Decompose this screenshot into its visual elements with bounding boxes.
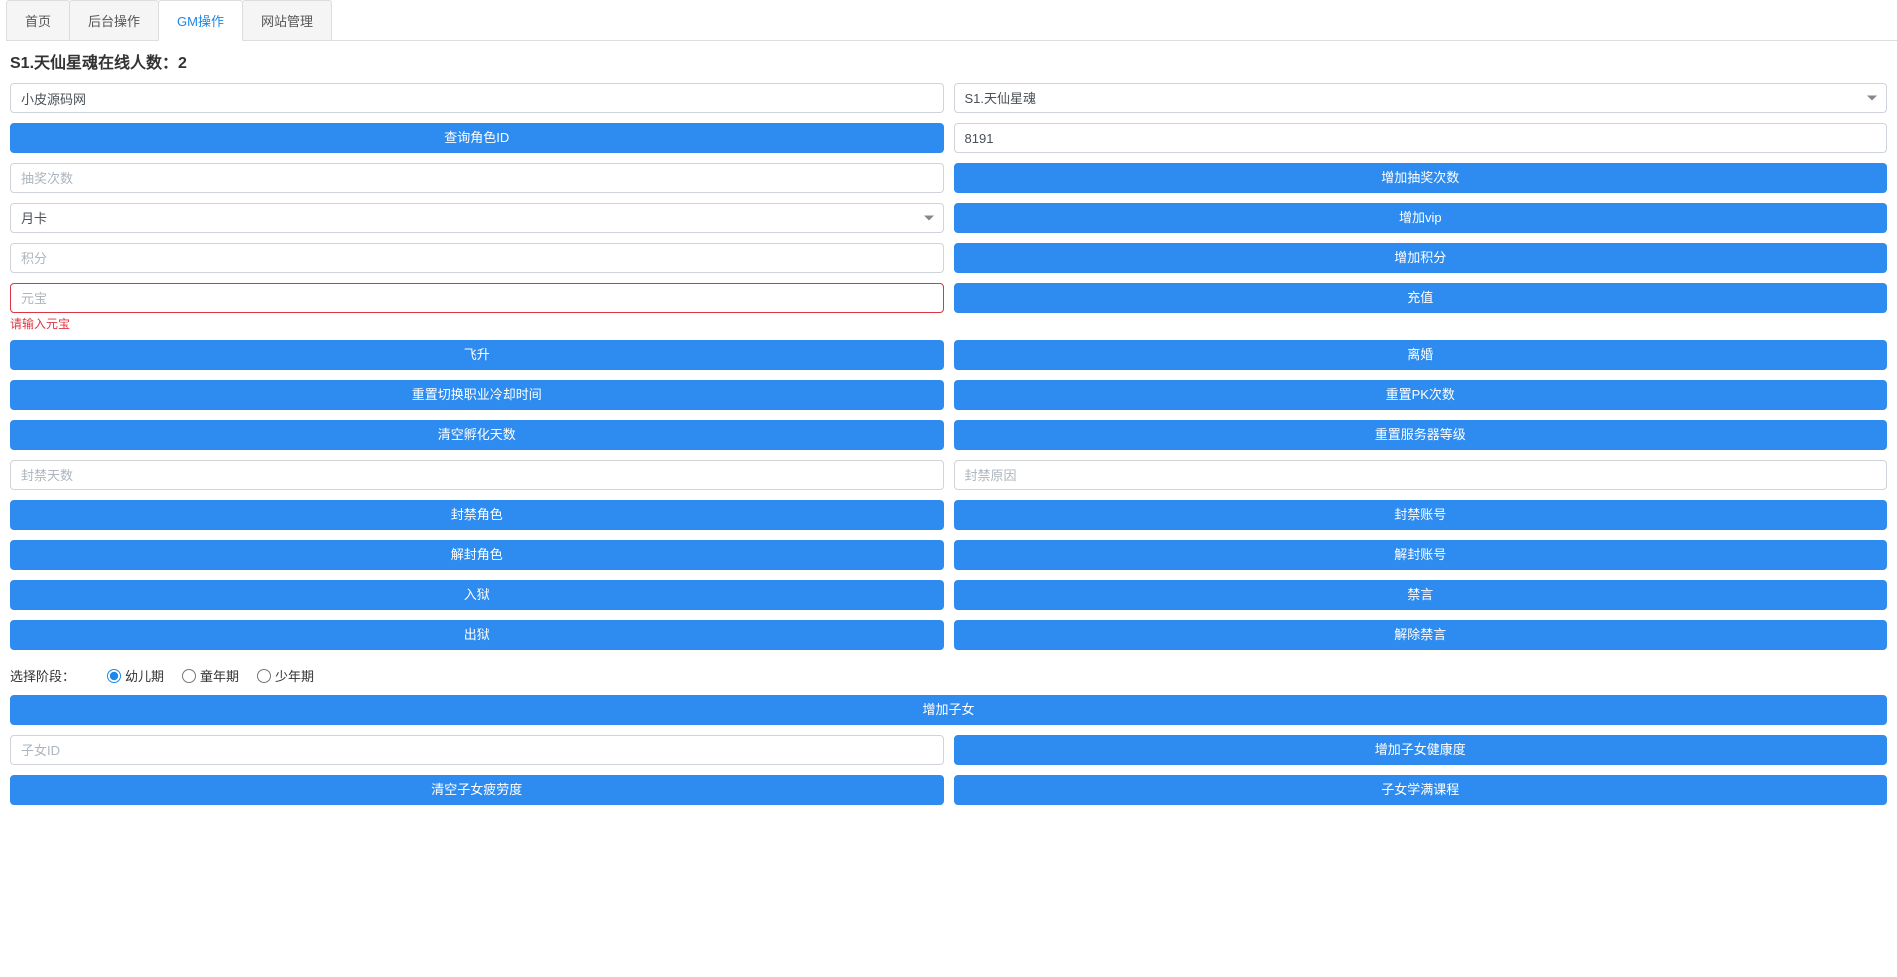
stage-radio-infant[interactable] bbox=[107, 669, 121, 683]
reset-pk-count-button[interactable]: 重置PK次数 bbox=[954, 380, 1888, 410]
stage-option-infant[interactable]: 幼儿期 bbox=[107, 666, 164, 685]
unjail-button[interactable]: 出狱 bbox=[10, 620, 944, 650]
divorce-button[interactable]: 离婚 bbox=[954, 340, 1888, 370]
page-title: S1.天仙星魂在线人数：2 bbox=[10, 49, 1887, 73]
stage-radio-child[interactable] bbox=[182, 669, 196, 683]
recharge-button[interactable]: 充值 bbox=[954, 283, 1888, 313]
add-points-button[interactable]: 增加积分 bbox=[954, 243, 1888, 273]
draw-count-input[interactable] bbox=[10, 163, 944, 193]
add-child-health-button[interactable]: 增加子女健康度 bbox=[954, 735, 1888, 765]
stage-option-child[interactable]: 童年期 bbox=[182, 666, 239, 685]
server-select[interactable]: S1.天仙星魂 bbox=[954, 83, 1888, 113]
ban-reason-input[interactable] bbox=[954, 460, 1888, 490]
add-draw-count-button[interactable]: 增加抽奖次数 bbox=[954, 163, 1888, 193]
points-input[interactable] bbox=[10, 243, 944, 273]
clear-hatch-days-button[interactable]: 清空孵化天数 bbox=[10, 420, 944, 450]
add-vip-button[interactable]: 增加vip bbox=[954, 203, 1888, 233]
reset-job-cooldown-button[interactable]: 重置切换职业冷却时间 bbox=[10, 380, 944, 410]
stage-label: 选择阶段： bbox=[10, 666, 75, 685]
card-type-select[interactable]: 月卡 bbox=[10, 203, 944, 233]
tab-bar: 首页 后台操作 GM操作 网站管理 bbox=[6, 0, 1897, 41]
clear-child-fatigue-button[interactable]: 清空子女疲劳度 bbox=[10, 775, 944, 805]
ban-days-input[interactable] bbox=[10, 460, 944, 490]
stage-option-youth[interactable]: 少年期 bbox=[257, 666, 314, 685]
mute-button[interactable]: 禁言 bbox=[954, 580, 1888, 610]
ban-account-button[interactable]: 封禁账号 bbox=[954, 500, 1888, 530]
reset-server-level-button[interactable]: 重置服务器等级 bbox=[954, 420, 1888, 450]
jail-button[interactable]: 入狱 bbox=[10, 580, 944, 610]
ban-role-button[interactable]: 封禁角色 bbox=[10, 500, 944, 530]
ascend-button[interactable]: 飞升 bbox=[10, 340, 944, 370]
tab-home[interactable]: 首页 bbox=[6, 0, 70, 40]
role-id-input[interactable] bbox=[954, 123, 1888, 153]
unban-account-button[interactable]: 解封账号 bbox=[954, 540, 1888, 570]
source-input[interactable] bbox=[10, 83, 944, 113]
add-child-button[interactable]: 增加子女 bbox=[10, 695, 1887, 725]
tab-site-manage[interactable]: 网站管理 bbox=[242, 0, 332, 40]
stage-radio-group: 选择阶段： 幼儿期 童年期 少年期 bbox=[10, 660, 1887, 695]
yuanbao-error-msg: 请输入元宝 bbox=[10, 315, 944, 332]
tab-backend[interactable]: 后台操作 bbox=[69, 0, 159, 40]
unban-role-button[interactable]: 解封角色 bbox=[10, 540, 944, 570]
unmute-button[interactable]: 解除禁言 bbox=[954, 620, 1888, 650]
tab-gm[interactable]: GM操作 bbox=[158, 0, 243, 41]
query-role-id-button[interactable]: 查询角色ID bbox=[10, 123, 944, 153]
child-full-course-button[interactable]: 子女学满课程 bbox=[954, 775, 1888, 805]
yuanbao-input[interactable] bbox=[10, 283, 944, 313]
stage-radio-youth[interactable] bbox=[257, 669, 271, 683]
child-id-input[interactable] bbox=[10, 735, 944, 765]
